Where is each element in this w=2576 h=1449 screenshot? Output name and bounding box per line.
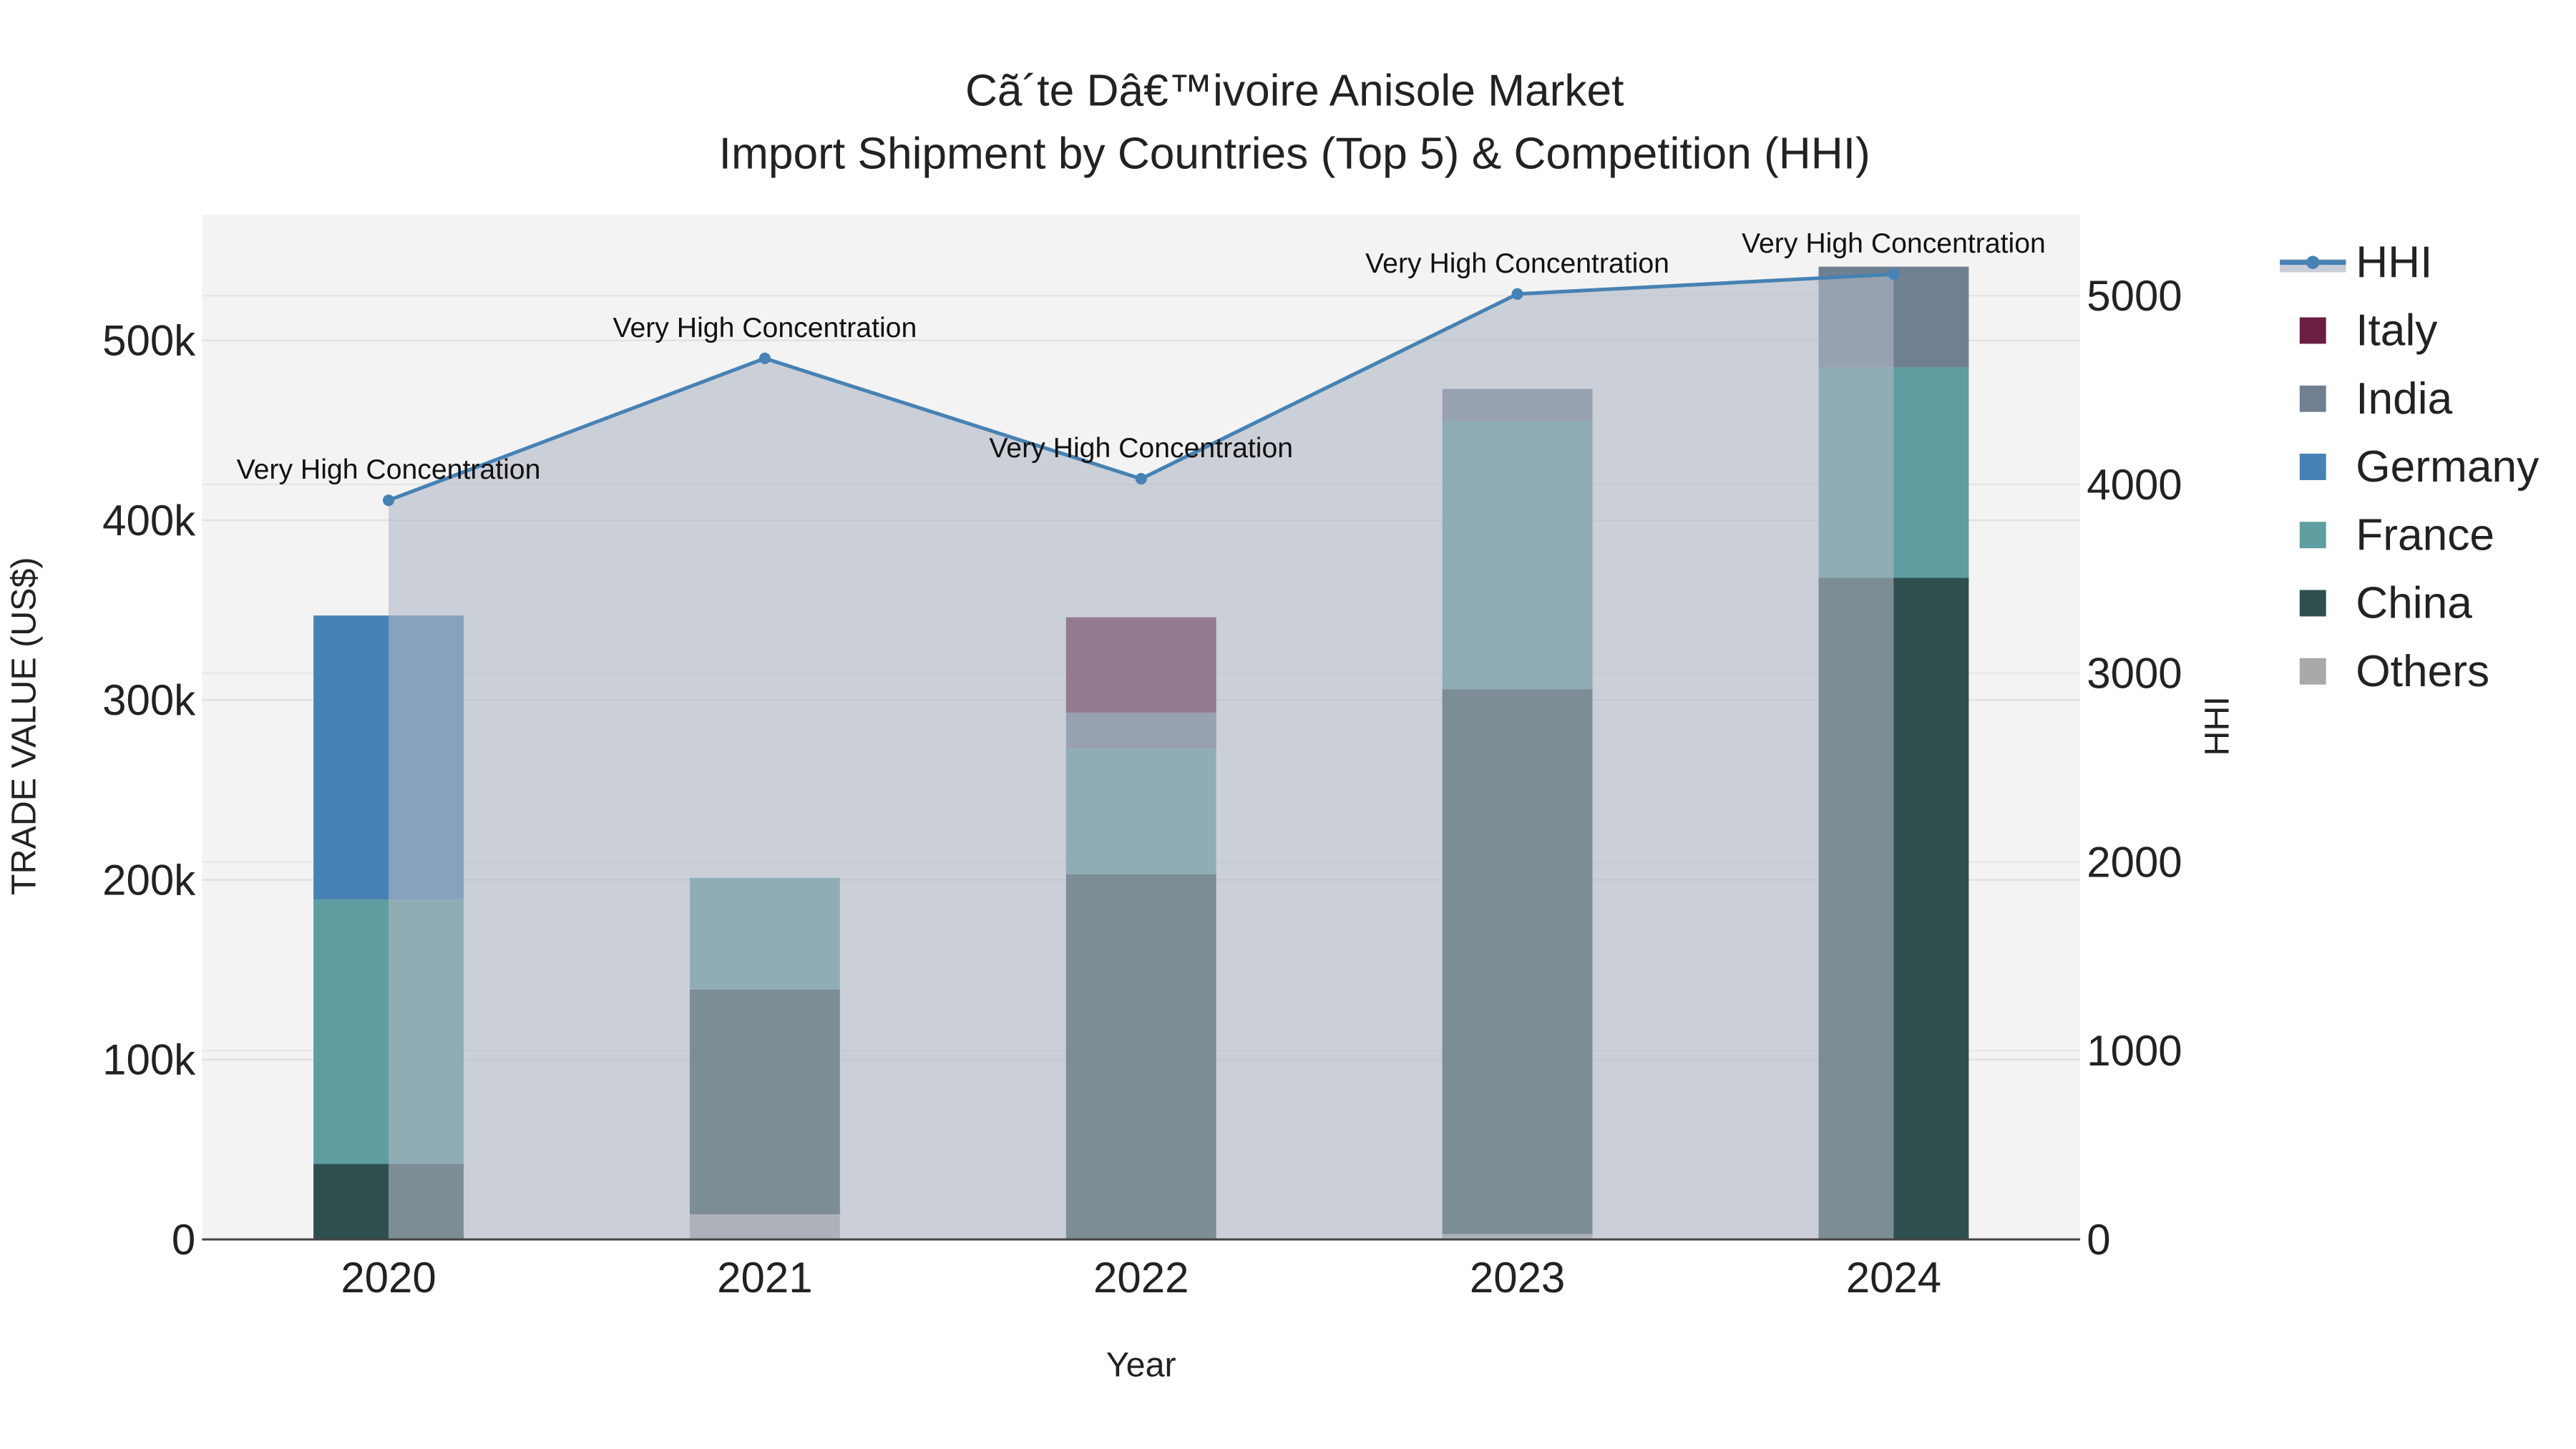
legend-item-italy[interactable]: Italy bbox=[2299, 306, 2438, 356]
legend-item-germany[interactable]: Germany bbox=[2299, 442, 2540, 492]
legend-label: Germany bbox=[2356, 442, 2540, 492]
hhi-annotation: Very High Concentration bbox=[1742, 228, 2046, 259]
y-tick-label: 0 bbox=[172, 1216, 195, 1264]
legend-label: China bbox=[2356, 579, 2472, 628]
x-axis-title: Year bbox=[1106, 1346, 1176, 1385]
y2-tick-label: 4000 bbox=[2087, 461, 2182, 509]
hhi-point-2024 bbox=[1888, 268, 1900, 280]
hhi-annotation: Very High Concentration bbox=[237, 454, 541, 485]
x-tick-label: 2023 bbox=[1470, 1254, 1565, 1302]
legend-label: Others bbox=[2356, 647, 2489, 696]
y-tick-label: 100k bbox=[102, 1036, 196, 1084]
legend-swatch bbox=[2299, 590, 2326, 617]
legend-item-others[interactable]: Others bbox=[2299, 647, 2489, 696]
hhi-annotation: Very High Concentration bbox=[989, 433, 1293, 464]
legend-label: HHI bbox=[2356, 238, 2432, 287]
hhi-point-2021 bbox=[758, 352, 771, 364]
y2-axis-title: HHI bbox=[2198, 696, 2237, 756]
x-tick-label: 2020 bbox=[341, 1254, 436, 1302]
legend-swatch bbox=[2299, 658, 2326, 685]
legend-item-china[interactable]: China bbox=[2299, 579, 2472, 628]
y2-tick-label: 3000 bbox=[2087, 650, 2182, 698]
x-tick-label: 2022 bbox=[1093, 1254, 1189, 1302]
legend-label: Italy bbox=[2356, 306, 2438, 356]
y-tick-label: 300k bbox=[102, 676, 196, 724]
legend-swatch bbox=[2299, 522, 2326, 549]
legend-item-india[interactable]: India bbox=[2299, 374, 2453, 424]
legend-item-france[interactable]: France bbox=[2299, 510, 2494, 560]
hhi-annotation: Very High Concentration bbox=[1365, 248, 1669, 279]
legend-swatch bbox=[2299, 317, 2326, 344]
legend-swatch bbox=[2299, 385, 2326, 412]
hhi-point-2023 bbox=[1511, 288, 1523, 300]
y-tick-label: 500k bbox=[102, 316, 196, 364]
y-tick-label: 400k bbox=[102, 497, 196, 545]
y-axis-title: TRADE VALUE (US$) bbox=[4, 557, 43, 895]
x-tick-label: 2024 bbox=[1846, 1254, 1941, 1302]
legend-item-hhi[interactable]: HHI bbox=[2280, 238, 2432, 287]
y-tick-label: 200k bbox=[102, 856, 196, 904]
legend-label: India bbox=[2356, 374, 2452, 424]
chart-title: Cã´te Dâ€™ivoire Anisole Market bbox=[965, 67, 1624, 116]
legend-swatch bbox=[2306, 255, 2320, 269]
y2-tick-label: 2000 bbox=[2087, 838, 2182, 886]
y2-tick-label: 0 bbox=[2087, 1216, 2110, 1264]
chart: Cã´te Dâ€™ivoire Anisole Market Import S… bbox=[4, 67, 2540, 1385]
chart-subtitle: Import Shipment by Countries (Top 5) & C… bbox=[719, 129, 1870, 178]
y2-tick-label: 1000 bbox=[2087, 1027, 2182, 1075]
x-tick-label: 2021 bbox=[717, 1254, 812, 1302]
hhi-annotation: Very High Concentration bbox=[613, 313, 917, 343]
legend-swatch bbox=[2299, 454, 2326, 480]
y2-tick-label: 5000 bbox=[2087, 272, 2182, 320]
hhi-point-2022 bbox=[1135, 473, 1147, 485]
legend-label: France bbox=[2356, 510, 2494, 560]
hhi-point-2020 bbox=[382, 494, 395, 507]
